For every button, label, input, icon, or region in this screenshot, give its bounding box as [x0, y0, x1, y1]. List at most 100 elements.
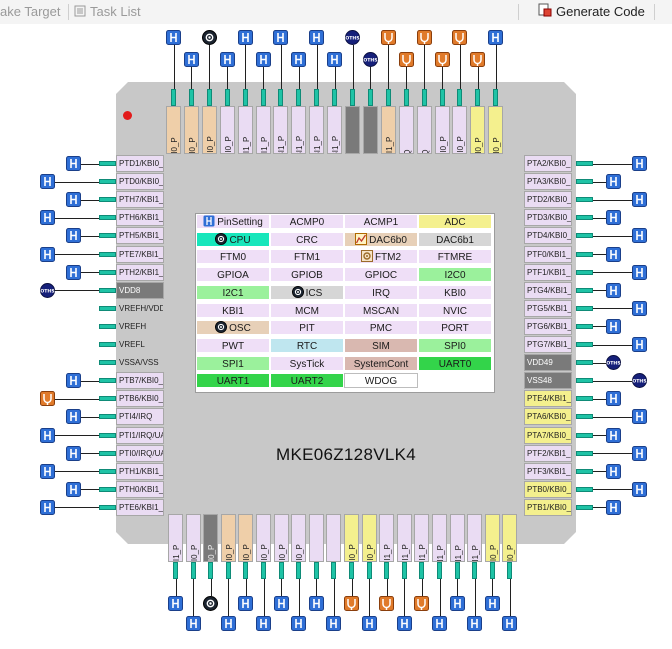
pin-top-5[interactable]: PTE0/KBI1_P — [237, 106, 253, 154]
pin-left-9[interactable]: VREFH/VDDA — [116, 300, 164, 317]
pin-top-6[interactable]: PTE1/KBI1_P — [255, 106, 271, 154]
pin-icon[interactable] — [606, 427, 621, 443]
pin-left-2[interactable]: PTD0/KBI0_P — [116, 173, 164, 191]
pin-icon[interactable] — [502, 616, 518, 631]
pin-bottom-18[interactable]: PTF4/KBI1_P — [467, 514, 483, 562]
peripheral-i2c0[interactable]: I2C0 — [418, 267, 492, 283]
pin-icon[interactable] — [40, 246, 55, 262]
pin-left-19[interactable]: PTH0/KBI1_P — [116, 480, 164, 498]
peripheral-port[interactable]: PORT — [418, 320, 492, 336]
pin-left-13[interactable]: PTB7/KBI0_P — [116, 372, 164, 390]
pin-right-15[interactable]: PTA6/KBI0_P — [524, 408, 572, 426]
pin-right-18[interactable]: PTF3/KBI1_P — [524, 462, 572, 480]
pin-icon[interactable] — [632, 337, 647, 352]
peripheral-gpiob[interactable]: GPIOB — [270, 267, 344, 283]
pin-icon[interactable] — [606, 282, 621, 298]
pin-icon[interactable] — [40, 174, 55, 190]
pin-bottom-6[interactable]: PTD7/KBI0_P — [256, 514, 271, 562]
pin-top-15[interactable]: PTE3/IRQ — [416, 106, 432, 154]
pin-icon[interactable] — [66, 373, 81, 389]
pin-right-13[interactable]: VSS48 — [524, 372, 572, 390]
peripheral-ftmre[interactable]: FTMRE — [418, 249, 492, 265]
pin-out-icon[interactable] — [416, 30, 432, 45]
pin-bottom-14[interactable]: PTH3/KBI1_P — [396, 514, 412, 562]
peripheral-gpioa[interactable]: GPIOA — [196, 267, 270, 283]
peripheral-cpu[interactable]: CPU — [196, 231, 270, 247]
peripheral-sim[interactable]: SIM — [344, 337, 418, 353]
pin-icon[interactable] — [632, 445, 647, 461]
pin-icon[interactable] — [66, 192, 81, 208]
pin-icon[interactable] — [632, 228, 647, 244]
peripheral-pmc[interactable]: PMC — [344, 320, 418, 336]
peripheral-uart1[interactable]: UART1 — [196, 373, 270, 389]
pin-icon[interactable] — [183, 52, 199, 67]
pin-top-10[interactable]: PTG3/KBI1_P — [327, 106, 343, 154]
pin-top-2[interactable]: PTA5/KBI0_P — [183, 106, 199, 154]
pin-out-icon[interactable] — [379, 596, 395, 611]
pin-icon[interactable] — [632, 300, 647, 316]
pin-icon[interactable] — [632, 156, 647, 171]
pin-right-4[interactable]: PTD3/KBI0_P — [524, 209, 572, 227]
peripheral-dac6b1[interactable]: DAC6b1 — [418, 231, 492, 247]
pin-icon[interactable] — [40, 427, 55, 443]
pin-top-19[interactable]: PTA1/KBI0_P — [488, 106, 504, 154]
pin-bottom-2[interactable]: PTB5/KBI0_P — [185, 514, 201, 562]
pin-right-5[interactable]: PTD4/KBI0_P — [524, 227, 572, 245]
peripheral-nvic[interactable]: NVIC — [418, 302, 492, 318]
power-icon[interactable]: OTHS — [362, 52, 378, 67]
pin-top-17[interactable]: PTC7/KBI0_P — [452, 106, 468, 154]
pin-left-15[interactable]: PTI4/IRQ — [116, 408, 164, 426]
pin-icon[interactable] — [40, 499, 55, 515]
pin-bottom-20[interactable]: PTB2/KBI0_P — [502, 514, 518, 562]
peripheral-mcm[interactable]: MCM — [270, 302, 344, 318]
pin-icon[interactable] — [632, 481, 647, 497]
pin-out-icon[interactable] — [434, 52, 450, 67]
pin-out-icon[interactable] — [470, 52, 486, 67]
peripheral-pwt[interactable]: PWT — [196, 337, 270, 353]
pin-icon[interactable] — [632, 264, 647, 280]
pin-icon[interactable] — [66, 445, 81, 461]
pin-top-3[interactable]: PTC4/KBI0_P — [201, 106, 217, 154]
pin-icon[interactable] — [291, 52, 307, 67]
pin-bottom-10[interactable]: PTI1/IRQ — [326, 514, 342, 562]
peripheral-ftm0[interactable]: FTM0 — [196, 249, 270, 265]
pin-left-12[interactable]: VSSA/VSS — [116, 354, 164, 371]
pin-icon[interactable] — [185, 616, 201, 631]
pin-left-11[interactable]: VREFL — [116, 336, 164, 353]
peripheral-wdog[interactable]: WDOG — [344, 373, 418, 389]
power-icon[interactable]: OTHS — [40, 282, 55, 298]
pin-bottom-13[interactable]: PTH4/KBI1_P — [379, 514, 395, 562]
make-target-button[interactable]: ake Target — [0, 0, 60, 24]
pin-top-8[interactable]: PTG1/KBI1_P — [291, 106, 307, 154]
pin-right-3[interactable]: PTD2/KBI0_P — [524, 191, 572, 209]
pin-left-14[interactable]: PTB6/KBI0_P — [116, 390, 164, 408]
pin-right-2[interactable]: PTA3/KBI0_P — [524, 173, 572, 191]
peripheral-adc[interactable]: ADC — [418, 214, 492, 229]
pin-right-12[interactable]: VDD49 — [524, 354, 572, 372]
pin-left-1[interactable]: PTD1/KBI0_P — [116, 155, 164, 172]
pin-icon[interactable] — [484, 596, 500, 611]
peripheral-uart2[interactable]: UART2 — [270, 373, 344, 389]
pin-right-16[interactable]: PTA7/KBI0_P — [524, 426, 572, 444]
pin-out-icon[interactable] — [452, 30, 468, 45]
pin-bottom-5[interactable]: PTC2/KBI0_P — [238, 514, 254, 562]
peripheral-crc[interactable]: CRC — [270, 231, 344, 247]
pin-icon[interactable] — [66, 156, 81, 171]
pin-bottom-15[interactable]: PTH2/KBI1_P — [414, 514, 430, 562]
peripheral-osc[interactable]: OSC — [196, 320, 270, 336]
pin-right-20[interactable]: PTB1/KBI0_P — [524, 498, 572, 516]
pin-bottom-19[interactable]: PTB3/KBI0_P — [484, 514, 500, 562]
pin-icon[interactable] — [66, 228, 81, 244]
pin-right-17[interactable]: PTF2/KBI1_P — [524, 444, 572, 462]
pin-bottom-8[interactable]: PTD5/KBI0_P — [291, 514, 307, 562]
pin-icon[interactable] — [166, 30, 181, 45]
peripheral-kbi0[interactable]: KBI0 — [418, 284, 492, 300]
pin-out-icon[interactable] — [414, 596, 430, 611]
pin-icon[interactable] — [327, 52, 343, 67]
pin-icon[interactable] — [606, 318, 621, 334]
pin-left-20[interactable]: PTE6/KBI1_P — [116, 498, 164, 516]
pin-icon[interactable] — [606, 391, 621, 407]
pin-icon[interactable] — [309, 30, 325, 45]
pin-bottom-7[interactable]: PTD6/KBI0_P — [273, 514, 289, 562]
pin-out-icon[interactable] — [398, 52, 414, 67]
